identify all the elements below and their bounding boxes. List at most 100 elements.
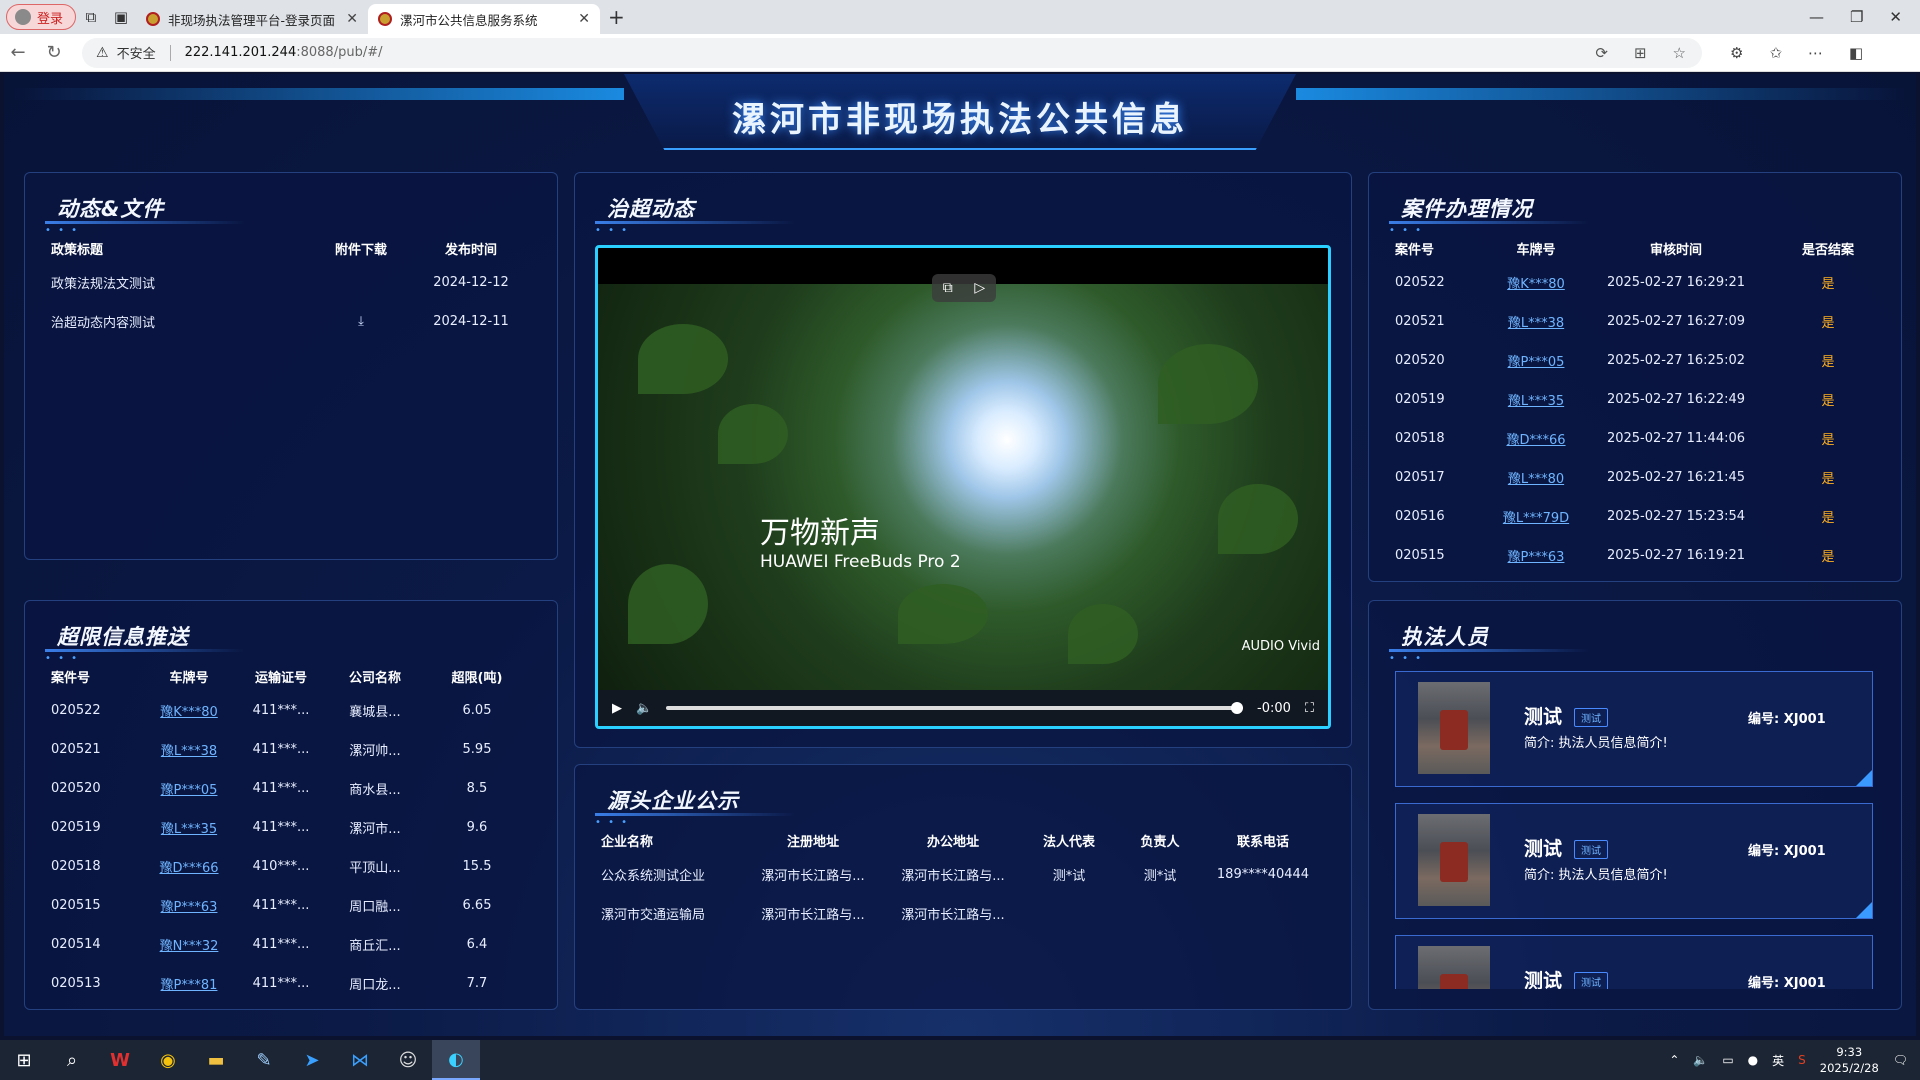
plate-link[interactable]: 豫L***80 bbox=[1491, 458, 1581, 497]
table-row[interactable]: 020521 豫L***38 2025-02-27 16:27:09 是 bbox=[1395, 302, 1885, 341]
chevron-up-icon[interactable]: ⌃ bbox=[1669, 1053, 1679, 1067]
plate-link[interactable]: 豫L***35 bbox=[143, 808, 235, 847]
play-icon[interactable]: ▶ bbox=[612, 701, 622, 716]
ime-label[interactable]: 英 bbox=[1772, 1052, 1784, 1069]
refresh-icon[interactable]: ↻ bbox=[36, 42, 72, 63]
windows-start-icon[interactable]: ⊞ bbox=[0, 1040, 48, 1080]
plate-link[interactable]: 豫K***80 bbox=[1491, 263, 1581, 302]
plate-link[interactable]: 豫P***05 bbox=[143, 769, 235, 808]
workspaces-icon[interactable]: ⧉ bbox=[76, 4, 106, 30]
favorites-icon[interactable]: ✩ bbox=[1769, 44, 1782, 62]
favorite-star-icon[interactable]: ☆ bbox=[1673, 44, 1686, 62]
plate-link[interactable]: 豫P***81 bbox=[143, 964, 235, 1003]
case-number: 020521 bbox=[51, 742, 101, 757]
close-tab-icon[interactable]: ✕ bbox=[578, 11, 590, 27]
table-row[interactable]: 020519 豫L***35 2025-02-27 16:22:49 是 bbox=[1395, 380, 1885, 419]
tab-login[interactable]: 非现场执法管理平台-登录页面 ✕ bbox=[136, 4, 368, 34]
file-explorer-icon[interactable]: ▬ bbox=[192, 1040, 240, 1080]
plate-link[interactable]: 豫P***63 bbox=[143, 886, 235, 925]
progress-knob[interactable] bbox=[1231, 702, 1243, 714]
legal-rep: 测*试 bbox=[1052, 869, 1086, 884]
table-row[interactable]: 020520 豫P***05 2025-02-27 16:25:02 是 bbox=[1395, 341, 1885, 380]
plate-link[interactable]: 豫D***66 bbox=[1491, 419, 1581, 458]
table-row[interactable]: 公众系统测试企业 漯河市长江路与... 漯河市长江路与... 测*试 测*试 1… bbox=[601, 855, 1321, 894]
staff-card[interactable]: 测试 测试 编号: XJ001 bbox=[1395, 935, 1873, 989]
volume-icon[interactable]: 🔈 bbox=[636, 701, 652, 716]
doc-title[interactable]: 治超动态内容测试 bbox=[51, 302, 311, 341]
video-player[interactable]: 万物新声 HUAWEI FreeBuds Pro 2 AUDIO Vivid ⧉… bbox=[595, 245, 1331, 729]
staff-card[interactable]: 测试 测试 编号: XJ001 简介: 执法人员信息简介! bbox=[1395, 671, 1873, 787]
table-row[interactable]: 020519 豫L***35 411***... 漯河市... 9.6 bbox=[51, 808, 531, 847]
tab-title: 非现场执法管理平台-登录页面 bbox=[168, 12, 336, 28]
restore-icon[interactable]: ❐ bbox=[1850, 8, 1863, 26]
clock[interactable]: 9:33 2025/2/28 bbox=[1820, 1044, 1879, 1076]
new-tab-icon[interactable]: + bbox=[608, 5, 625, 29]
read-aloud-icon[interactable]: ⊞ bbox=[1634, 44, 1647, 62]
chrome-icon[interactable]: ◉ bbox=[144, 1040, 192, 1080]
staff-number: 编号: XJ001 bbox=[1748, 712, 1826, 727]
download-icon[interactable] bbox=[311, 263, 411, 302]
table-row[interactable]: 治超动态内容测试 ⤓ 2024-12-11 bbox=[51, 302, 531, 341]
table-row[interactable]: 020513 豫P***81 411***... 周口龙... 7.7 bbox=[51, 964, 531, 1003]
plate-link[interactable]: 豫P***05 bbox=[1491, 341, 1581, 380]
extensions-icon[interactable]: ⚙ bbox=[1730, 44, 1743, 62]
staff-card[interactable]: 测试 测试 编号: XJ001 简介: 执法人员信息简介! bbox=[1395, 803, 1873, 919]
table-row[interactable]: 020522 豫K***80 411***... 襄城县... 6.05 bbox=[51, 691, 531, 730]
download-icon[interactable]: ⤓ bbox=[311, 302, 411, 341]
doc-title[interactable]: 政策法规法文测试 bbox=[51, 263, 311, 302]
profile-button[interactable]: 登录 bbox=[6, 4, 76, 30]
table-row[interactable]: 020520 豫P***05 411***... 商水县... 8.5 bbox=[51, 769, 531, 808]
table-row[interactable]: 020515 豫P***63 2025-02-27 16:19:21 是 bbox=[1395, 536, 1885, 575]
network-icon[interactable]: ▭ bbox=[1722, 1053, 1733, 1067]
plate-link[interactable]: 豫L***38 bbox=[143, 730, 235, 769]
cast-icon[interactable]: ▷ bbox=[974, 280, 985, 296]
minimize-icon[interactable]: — bbox=[1809, 8, 1824, 26]
edge-icon[interactable]: ◐ bbox=[432, 1040, 480, 1080]
table-row[interactable]: 020522 豫K***80 2025-02-27 16:29:21 是 bbox=[1395, 263, 1885, 302]
review-time: 2025-02-27 16:29:21 bbox=[1606, 275, 1746, 290]
table-row[interactable]: 政策法规法文测试 2024-12-12 bbox=[51, 263, 531, 302]
plate-link[interactable]: 豫P***63 bbox=[1491, 536, 1581, 575]
translate-icon[interactable]: ⟳ bbox=[1595, 44, 1608, 62]
search-icon[interactable]: ⌕ bbox=[48, 1040, 96, 1080]
plate-link[interactable]: 豫K***80 bbox=[143, 691, 235, 730]
table-row[interactable]: 020514 豫N***32 411***... 商丘汇... 6.4 bbox=[51, 925, 531, 964]
wechat-icon[interactable]: ☺ bbox=[384, 1040, 432, 1080]
table-header: 案件号 车牌号 运输证号 公司名称 超限(吨) bbox=[51, 661, 531, 691]
table-row[interactable]: 020516 豫L***79D 2025-02-27 15:23:54 是 bbox=[1395, 497, 1885, 536]
notepad-icon[interactable]: ✎ bbox=[240, 1040, 288, 1080]
transport-cert: 411***... bbox=[252, 937, 310, 952]
close-window-icon[interactable]: ✕ bbox=[1889, 8, 1902, 26]
case-number: 020519 bbox=[1395, 392, 1445, 407]
tab-actions-icon[interactable]: ▣ bbox=[106, 4, 136, 30]
plate-link[interactable]: 豫L***79D bbox=[1491, 497, 1581, 536]
wps-icon[interactable]: W bbox=[96, 1040, 144, 1080]
vscode-icon[interactable]: ⋈ bbox=[336, 1040, 384, 1080]
wechat-tray-icon[interactable]: ● bbox=[1748, 1053, 1758, 1067]
plate-link[interactable]: 豫L***38 bbox=[1491, 302, 1581, 341]
tab-public-info[interactable]: 漯河市公共信息服务系统 ✕ bbox=[368, 4, 600, 34]
table-row[interactable]: 020515 豫P***63 411***... 周口融... 6.65 bbox=[51, 886, 531, 925]
back-icon[interactable]: ← bbox=[0, 42, 36, 63]
fullscreen-icon[interactable]: ⛶ bbox=[1305, 701, 1314, 716]
table-row[interactable]: 漯河市交通运输局 漯河市长江路与... 漯河市长江路与... bbox=[601, 894, 1321, 933]
close-tab-icon[interactable]: ✕ bbox=[346, 11, 358, 27]
table-row[interactable]: 020521 豫L***38 411***... 漯河帅... 5.95 bbox=[51, 730, 531, 769]
notification-icon[interactable]: 🗨 bbox=[1893, 1053, 1908, 1067]
table-row[interactable]: 020517 豫L***80 2025-02-27 16:21:45 是 bbox=[1395, 458, 1885, 497]
plate-link[interactable]: 豫D***66 bbox=[143, 847, 235, 886]
plate-link[interactable]: 豫N***32 bbox=[143, 925, 235, 964]
progress-track[interactable] bbox=[666, 702, 1243, 714]
volume-icon[interactable]: 🔈 bbox=[1693, 1053, 1708, 1067]
more-menu-icon[interactable]: ⋯ bbox=[1808, 44, 1823, 62]
sogou-icon[interactable]: S bbox=[1798, 1053, 1806, 1067]
staff-name: 测试 bbox=[1524, 706, 1563, 728]
picture-in-picture-icon[interactable]: ⧉ bbox=[943, 280, 953, 296]
sidebar-icon[interactable]: ◧ bbox=[1849, 44, 1863, 62]
app-icon[interactable]: ➤ bbox=[288, 1040, 336, 1080]
staff-list[interactable]: 测试 测试 编号: XJ001 简介: 执法人员信息简介! 测试 测试 编号: … bbox=[1369, 671, 1903, 989]
address-input[interactable]: ⚠ 不安全 222.141.201.244:8088/pub/#/ ⟳ ⊞ ☆ bbox=[82, 37, 1702, 68]
table-row[interactable]: 020518 豫D***66 2025-02-27 11:44:06 是 bbox=[1395, 419, 1885, 458]
plate-link[interactable]: 豫L***35 bbox=[1491, 380, 1581, 419]
table-row[interactable]: 020518 豫D***66 410***... 平顶山... 15.5 bbox=[51, 847, 531, 886]
